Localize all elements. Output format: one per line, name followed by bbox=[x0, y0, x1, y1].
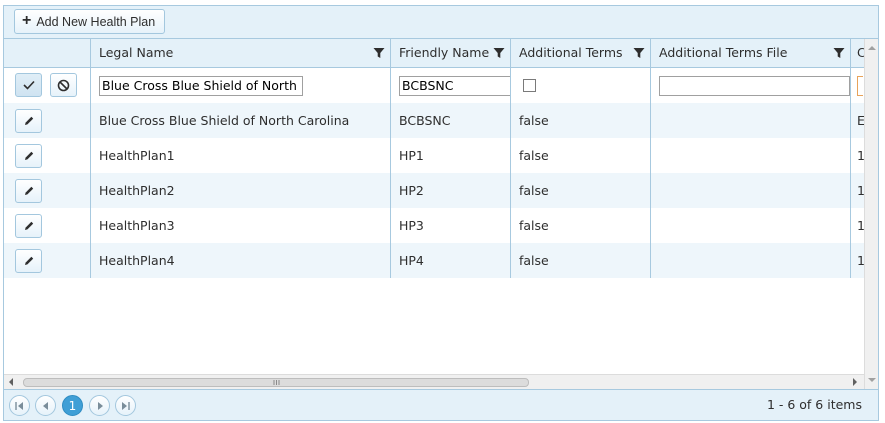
first-page-icon bbox=[15, 401, 23, 410]
next-column-cell: 1 bbox=[850, 243, 864, 278]
edit-next-cell bbox=[850, 68, 864, 103]
additional-terms-file-cell bbox=[650, 138, 850, 173]
next-column-cell: 1 bbox=[850, 173, 864, 208]
edit-legal-name-cell bbox=[90, 68, 390, 103]
legal-name-cell: HealthPlan3 bbox=[90, 208, 390, 243]
update-button[interactable] bbox=[15, 73, 42, 97]
edit-additional-terms-file-cell bbox=[650, 68, 850, 103]
horizontal-scrollbar[interactable] bbox=[4, 374, 864, 389]
header-additional-terms-file-label: Additional Terms File bbox=[659, 45, 788, 60]
pencil-icon bbox=[24, 186, 33, 195]
additional-terms-file-cell bbox=[650, 208, 850, 243]
cancel-button[interactable] bbox=[50, 73, 77, 97]
scroll-left-icon[interactable] bbox=[9, 378, 13, 386]
edit-button[interactable] bbox=[15, 249, 42, 273]
additional-terms-cell: false bbox=[510, 103, 650, 138]
vertical-scrollbar[interactable] bbox=[864, 39, 878, 389]
friendly-name-cell: HP4 bbox=[390, 243, 510, 278]
header-next-column[interactable]: C bbox=[850, 39, 864, 67]
last-page-icon bbox=[122, 401, 130, 410]
edit-button[interactable] bbox=[15, 214, 42, 238]
edit-button[interactable] bbox=[15, 179, 42, 203]
additional-terms-cell: false bbox=[510, 173, 650, 208]
scroll-down-icon[interactable] bbox=[868, 378, 876, 382]
pencil-icon bbox=[24, 116, 33, 125]
filter-icon[interactable] bbox=[633, 47, 645, 59]
grid-pager: 1 1 - 6 of 6 items bbox=[4, 389, 878, 420]
next-column-cell: 1 bbox=[850, 138, 864, 173]
header-command bbox=[4, 39, 90, 67]
horizontal-scroll-thumb[interactable] bbox=[23, 378, 529, 387]
pencil-icon bbox=[24, 256, 33, 265]
additional-terms-file-input[interactable] bbox=[659, 75, 850, 96]
friendly-name-cell: HP1 bbox=[390, 138, 510, 173]
additional-terms-file-cell bbox=[650, 243, 850, 278]
next-column-input[interactable] bbox=[857, 75, 863, 96]
header-legal-name-label: Legal Name bbox=[99, 45, 174, 60]
friendly-name-input[interactable] bbox=[399, 75, 510, 96]
edit-button[interactable] bbox=[15, 109, 42, 133]
header-additional-terms-label: Additional Terms bbox=[519, 45, 623, 60]
table-row: HealthPlan4 HP4 false 1 bbox=[4, 243, 864, 278]
last-page-button[interactable] bbox=[115, 395, 136, 416]
edit-friendly-name-cell bbox=[390, 68, 510, 103]
next-page-button[interactable] bbox=[89, 395, 110, 416]
legal-name-cell: Blue Cross Blue Shield of North Carolina bbox=[90, 103, 390, 138]
cancel-icon bbox=[57, 79, 70, 91]
next-page-icon bbox=[97, 401, 103, 410]
prev-page-icon bbox=[42, 401, 48, 410]
table-row: HealthPlan3 HP3 false 1 bbox=[4, 208, 864, 243]
prev-page-button[interactable] bbox=[35, 395, 56, 416]
header-legal-name[interactable]: Legal Name bbox=[90, 39, 390, 67]
header-next-column-label: C bbox=[857, 45, 864, 60]
pencil-icon bbox=[24, 221, 33, 230]
grid-header: Legal Name Friendly Name Additional Term… bbox=[4, 39, 878, 68]
health-plan-grid: + Add New Health Plan Legal Name Friendl… bbox=[3, 5, 879, 421]
table-row: Blue Cross Blue Shield of North Carolina… bbox=[4, 103, 864, 138]
additional-terms-file-cell bbox=[650, 103, 850, 138]
grip-icon bbox=[273, 380, 280, 385]
page-1-button[interactable]: 1 bbox=[62, 395, 83, 416]
add-health-plan-label: Add New Health Plan bbox=[36, 14, 156, 29]
friendly-name-cell: HP2 bbox=[390, 173, 510, 208]
filter-icon[interactable] bbox=[493, 47, 505, 59]
header-additional-terms[interactable]: Additional Terms bbox=[510, 39, 650, 67]
edit-additional-terms-cell bbox=[510, 68, 650, 103]
header-friendly-name-label: Friendly Name bbox=[399, 45, 490, 60]
filter-icon[interactable] bbox=[373, 47, 385, 59]
check-icon bbox=[22, 80, 35, 90]
scroll-right-icon[interactable] bbox=[853, 378, 857, 386]
first-page-button[interactable] bbox=[9, 395, 30, 416]
legal-name-cell: HealthPlan4 bbox=[90, 243, 390, 278]
edit-row-commands bbox=[4, 68, 90, 103]
edit-button[interactable] bbox=[15, 144, 42, 168]
edit-row bbox=[4, 68, 864, 103]
legal-name-input[interactable] bbox=[99, 75, 303, 96]
grid-toolbar: + Add New Health Plan bbox=[4, 6, 878, 39]
friendly-name-cell: BCBSNC bbox=[390, 103, 510, 138]
additional-terms-file-cell bbox=[650, 173, 850, 208]
table-row: HealthPlan2 HP2 false 1 bbox=[4, 173, 864, 208]
additional-terms-cell: false bbox=[510, 243, 650, 278]
scroll-up-icon[interactable] bbox=[868, 46, 876, 50]
legal-name-cell: HealthPlan2 bbox=[90, 173, 390, 208]
header-friendly-name[interactable]: Friendly Name bbox=[390, 39, 510, 67]
plus-icon: + bbox=[22, 12, 32, 29]
header-additional-terms-file[interactable]: Additional Terms File bbox=[650, 39, 850, 67]
add-health-plan-button[interactable]: + Add New Health Plan bbox=[14, 9, 166, 34]
legal-name-cell: HealthPlan1 bbox=[90, 138, 390, 173]
filter-icon[interactable] bbox=[833, 47, 845, 59]
pencil-icon bbox=[24, 151, 33, 160]
additional-terms-cell: false bbox=[510, 138, 650, 173]
additional-terms-cell: false bbox=[510, 208, 650, 243]
friendly-name-cell: HP3 bbox=[390, 208, 510, 243]
next-column-cell: E bbox=[850, 103, 864, 138]
next-column-cell: 1 bbox=[850, 208, 864, 243]
table-row: HealthPlan1 HP1 false 1 bbox=[4, 138, 864, 173]
pager-info: 1 - 6 of 6 items bbox=[766, 397, 862, 412]
additional-terms-checkbox[interactable] bbox=[523, 79, 536, 92]
grid-body: Blue Cross Blue Shield of North Carolina… bbox=[4, 68, 864, 374]
